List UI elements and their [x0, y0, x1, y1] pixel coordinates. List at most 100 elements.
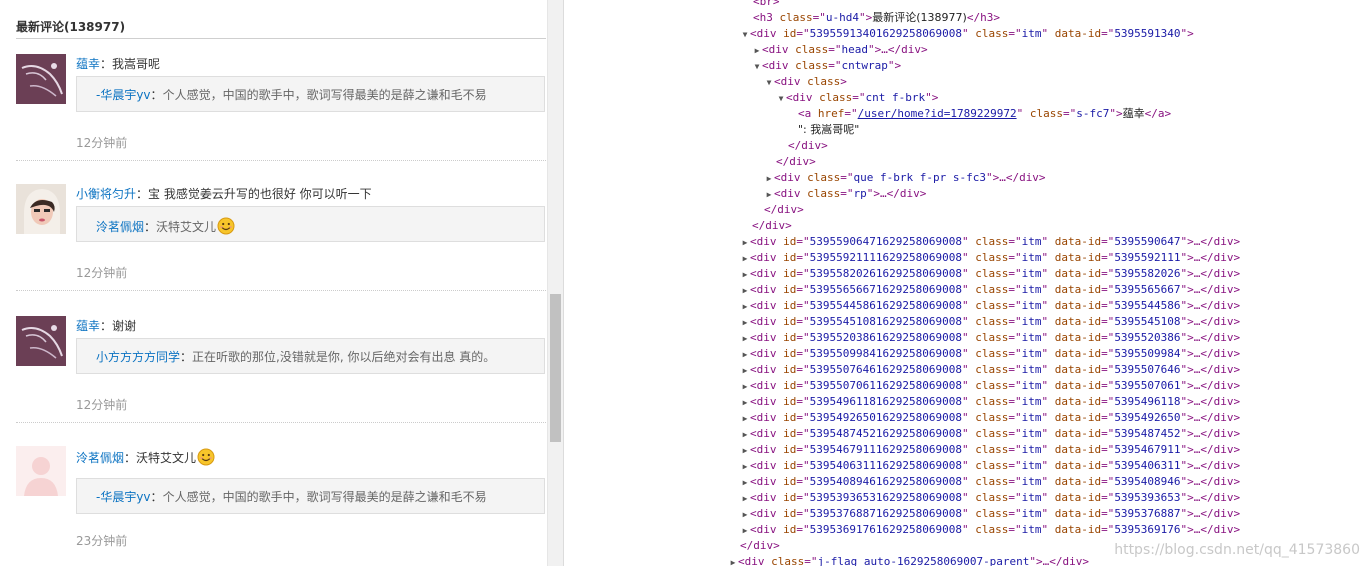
dom-data-id-value: 5395408946 [1114, 475, 1181, 488]
dom-data-id-value: 5395406311 [1114, 459, 1181, 472]
dom-node-anchor[interactable]: <a href="/user/home?id=1789229972" class… [798, 106, 1171, 122]
expand-triangle-icon[interactable]: ▶ [740, 491, 750, 507]
reply-user-link[interactable]: -华晨宇yv [96, 490, 151, 504]
reply-user-link[interactable]: 泠茗佩烟 [96, 220, 144, 234]
dom-id-value: 53953768871629258069008 [809, 507, 962, 520]
collapse-triangle-icon[interactable]: ▼ [740, 27, 750, 43]
expand-triangle-icon[interactable]: ▶ [764, 171, 774, 187]
dom-node-itm-collapsed[interactable]: ▶ <div id="53954874521629258069008" class… [740, 426, 1241, 443]
dom-data-id-value: 5395507061 [1114, 379, 1181, 392]
dom-id-value: 53955070611629258069008 [809, 379, 962, 392]
avatar[interactable] [16, 316, 66, 366]
expand-triangle-icon[interactable]: ▶ [740, 267, 750, 283]
dom-node-itm-collapsed[interactable]: ▶ <div id="53954063111629258069008" class… [740, 458, 1241, 475]
reply-box: 泠茗佩烟：沃特艾文儿 [76, 206, 545, 242]
expand-triangle-icon[interactable]: ▶ [740, 379, 750, 395]
expand-triangle-icon[interactable]: ▶ [740, 523, 750, 539]
expand-triangle-icon[interactable]: ▶ [740, 475, 750, 491]
dom-node-itm-collapsed[interactable]: ▶ <div id="53953691761629258069008" class… [740, 522, 1241, 539]
dom-id-value: 53955656671629258069008 [809, 283, 962, 296]
expand-triangle-icon[interactable]: ▶ [740, 443, 750, 459]
comment-separator: ： [136, 187, 149, 201]
expand-triangle-icon[interactable]: ▶ [740, 395, 750, 411]
dom-node-cntwrap[interactable]: ▼ <div class="cntwrap"> [752, 58, 902, 75]
expand-triangle-icon[interactable]: ▶ [740, 283, 750, 299]
dom-node-flag[interactable]: ▶ <div class="j-flag auto-1629258069007-p… [728, 554, 1089, 566]
reply-box: -华晨宇yv：个人感觉，中国的歌手中，歌词写得最美的是薛之谦和毛不易 [76, 76, 545, 112]
reply-text: 个人感觉，中国的歌手中，歌词写得最美的是薛之谦和毛不易 [162, 88, 487, 102]
dom-data-id-value: 5395592111 [1114, 251, 1181, 264]
comment-separator: ： [100, 57, 113, 71]
expand-triangle-icon[interactable]: ▶ [740, 507, 750, 523]
smile-emoji-icon [217, 217, 235, 235]
dom-node-itm-collapsed[interactable]: ▶ <div id="53955906471629258069008" class… [740, 234, 1241, 251]
avatar[interactable] [16, 184, 66, 234]
dom-node-itm-collapsed[interactable]: ▶ <div id="53954679111629258069008" class… [740, 442, 1241, 459]
dom-node-que[interactable]: ▶ <div class="que f-brk f-pr s-fc3">…</di… [764, 170, 1046, 186]
dom-node-itm-collapsed[interactable]: ▶ <div id="53953936531629258069008" class… [740, 490, 1241, 507]
dom-node-itm-collapsed[interactable]: ▶ <div id="53954089461629258069008" class… [740, 474, 1241, 491]
dom-node-h3[interactable]: <h3 class="u-hd4">最新评论(138977)</h3> [753, 10, 1000, 26]
dom-node-itm-collapsed[interactable]: ▶ <div id="53954926501629258069008" class… [740, 410, 1241, 427]
dom-node-rp[interactable]: ▶ <div class="rp">…</div> [764, 186, 927, 203]
comment-text: 我嵩哥呢 [112, 57, 161, 71]
avatar-default[interactable] [16, 446, 66, 496]
comment-user-link[interactable]: 蕴幸 [76, 57, 100, 71]
collapse-triangle-icon[interactable]: ▼ [764, 75, 774, 91]
dom-id-value: 53955451081629258069008 [809, 315, 962, 328]
dom-close-div: </div> [752, 219, 792, 232]
dom-node-itm-collapsed[interactable]: ▶ <div id="53955076461629258069008" class… [740, 362, 1241, 379]
page-scrollbar[interactable] [547, 0, 563, 566]
dom-data-id-value: 5395509984 [1114, 347, 1181, 360]
expand-triangle-icon[interactable]: ▶ [740, 459, 750, 475]
collapse-triangle-icon[interactable]: ▼ [752, 59, 762, 75]
reply-box: 小方方方方同学：正在听歌的那位,没错就是你, 你以后绝对会有出息 真的。 [76, 338, 545, 374]
dom-node-itm-collapsed[interactable]: ▶ <div id="53955921111629258069008" class… [740, 250, 1241, 267]
avatar[interactable] [16, 54, 66, 104]
expand-triangle-icon[interactable]: ▶ [740, 251, 750, 267]
scrollbar-thumb[interactable] [550, 294, 561, 442]
expand-triangle-icon[interactable]: ▶ [740, 411, 750, 427]
reply-user-link[interactable]: 小方方方方同学 [96, 350, 180, 364]
expand-triangle-icon[interactable]: ▶ [752, 43, 762, 59]
comment-divider [16, 160, 546, 161]
dom-node-br[interactable]: <br> [753, 0, 780, 10]
expand-triangle-icon[interactable]: ▶ [740, 299, 750, 315]
expand-triangle-icon[interactable]: ▶ [728, 555, 738, 566]
expand-triangle-icon[interactable]: ▶ [764, 187, 774, 203]
dom-node-itm-collapsed[interactable]: ▶ <div id="53953768871629258069008" class… [740, 506, 1241, 523]
dom-data-id-value: 5395507646 [1114, 363, 1181, 376]
dom-href-link[interactable]: /user/home?id=1789229972 [858, 107, 1017, 120]
dom-node-head[interactable]: ▶ <div class="head">…</div> [752, 42, 928, 58]
dom-node-itm-collapsed[interactable]: ▶ <div id="53955656671629258069008" class… [740, 282, 1241, 299]
dom-data-id-value: 5395582026 [1114, 267, 1181, 280]
dom-node-div-class[interactable]: ▼ <div class> [764, 74, 847, 90]
dom-node-itm-collapsed[interactable]: ▶ <div id="53954961181629258069008" class… [740, 394, 1241, 411]
expand-triangle-icon[interactable]: ▶ [740, 347, 750, 363]
dom-id-value: 53954961181629258069008 [809, 395, 962, 408]
dom-node-itm-expanded[interactable]: ▼ <div id="5395591340​1629258069008" clas… [740, 26, 1194, 42]
expand-triangle-icon[interactable]: ▶ [740, 427, 750, 443]
collapse-triangle-icon[interactable]: ▼ [776, 91, 786, 107]
dom-node-itm-collapsed[interactable]: ▶ <div id="53955445861629258069008" class… [740, 298, 1241, 315]
dom-node-cnt[interactable]: ▼ <div class="cnt f-brk"> [776, 90, 939, 107]
dom-node-itm-collapsed[interactable]: ▶ <div id="53955070611629258069008" class… [740, 378, 1241, 395]
comment-user-link[interactable]: 泠茗佩烟 [76, 451, 124, 465]
expand-triangle-icon[interactable]: ▶ [740, 363, 750, 379]
reply-user-link[interactable]: -华晨宇yv [96, 88, 151, 102]
expand-triangle-icon[interactable]: ▶ [740, 315, 750, 331]
dom-node-itm-collapsed[interactable]: ▶ <div id="53955099841629258069008" class… [740, 346, 1241, 363]
comment-separator: ： [100, 319, 113, 333]
dom-node-itm-collapsed[interactable]: ▶ <div id="53955203861629258069008" class… [740, 330, 1241, 347]
expand-triangle-icon[interactable]: ▶ [740, 331, 750, 347]
dom-data-id-value: 5395545108 [1114, 315, 1181, 328]
comment-user-link[interactable]: 蕴幸 [76, 319, 100, 333]
dom-data-id-value: 5395393653 [1114, 491, 1181, 504]
dom-id-value: 53955076461629258069008 [809, 363, 962, 376]
expand-triangle-icon[interactable]: ▶ [740, 235, 750, 251]
dom-text-node[interactable]: ": 我嵩哥呢" [798, 122, 859, 138]
dom-node-itm-collapsed[interactable]: ▶ <div id="53955451081629258069008" class… [740, 314, 1241, 331]
dom-node-itm-collapsed[interactable]: ▶ <div id="53955820261629258069008" class… [740, 266, 1241, 283]
dom-id-value: 53955820261629258069008 [809, 267, 962, 280]
comment-user-link[interactable]: 小衡将匀升 [76, 187, 136, 201]
